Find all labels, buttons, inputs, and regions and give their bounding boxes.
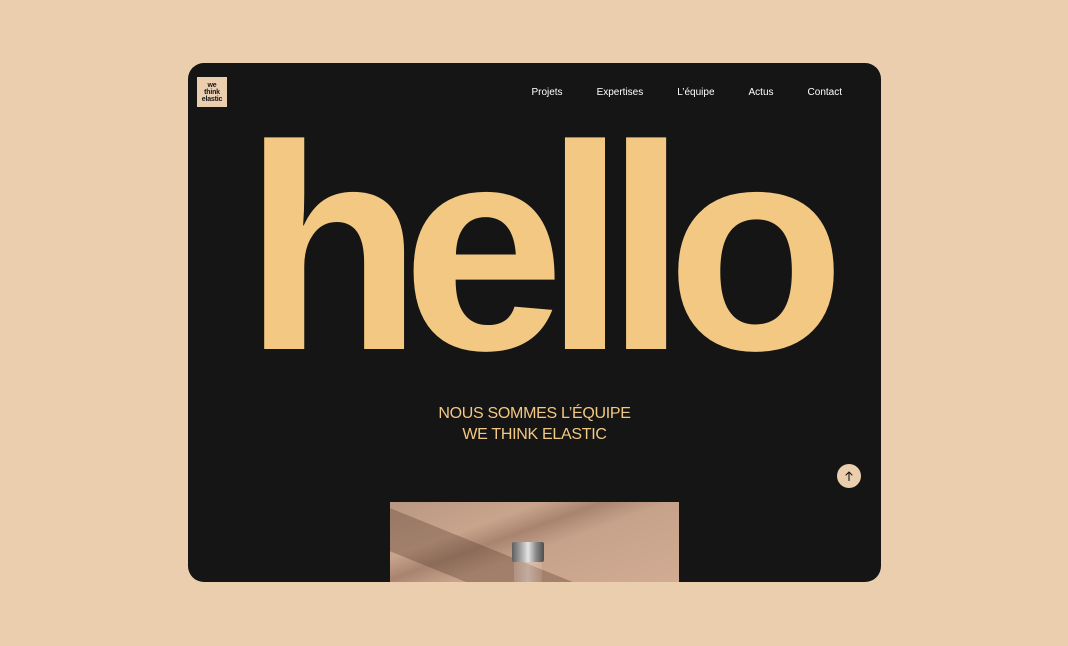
logo-line-we: we <box>207 81 217 89</box>
hero-product-photo <box>390 502 679 582</box>
tagline-line-1: NOUS SOMMES L’ÉQUIPE <box>438 405 631 422</box>
site-window: we think elastic Projets Expertises L’éq… <box>188 63 881 582</box>
hero-headline: hello <box>243 85 845 411</box>
logo-line-elastic: elastic <box>201 95 223 103</box>
bottle-glass <box>514 562 542 582</box>
hero-tagline: NOUS SOMMES L’ÉQUIPE WE THINK ELASTIC <box>188 403 881 445</box>
scroll-to-top-button[interactable] <box>837 464 861 488</box>
logo-line-think: think <box>204 88 220 96</box>
arrow-up-icon <box>845 471 853 481</box>
bottle-cap <box>512 542 544 562</box>
tagline-line-2: WE THINK ELASTIC <box>462 426 607 443</box>
brand-logo[interactable]: we think elastic <box>197 77 227 107</box>
